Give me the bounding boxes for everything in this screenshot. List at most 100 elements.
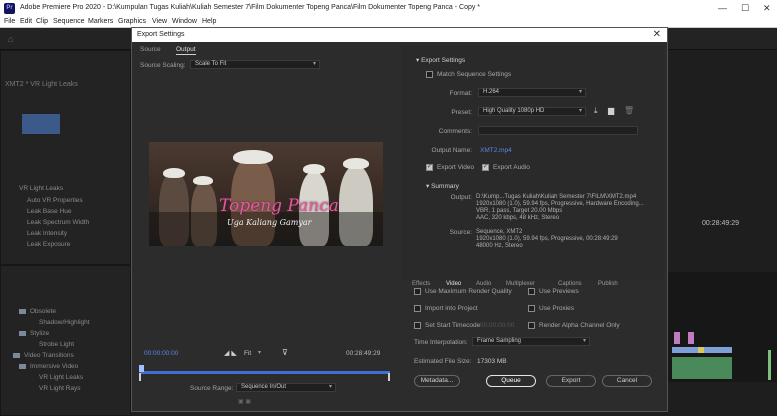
export-settings-panel: ▾ Export Settings Match Sequence Setting… [402,46,664,281]
tree-vr-light-leaks[interactable]: VR Light Leaks [39,374,83,381]
tab-audio[interactable]: Audio [476,281,491,287]
preview-end-timecode: 00:28:49:29 [346,350,381,357]
use-previews-checkbox[interactable] [528,288,535,295]
tree-shadow-highlight[interactable]: Shadow/Highlight [39,319,90,326]
summary-output-line-1: D:\Kump...Tugas Kuliah\Kuliah Semester 7… [476,194,637,200]
preset-select[interactable]: High Quality 1080p HD [478,107,586,116]
file-size-label: Estimated File Size: [414,358,472,365]
comments-input[interactable] [478,126,638,135]
filter-icon[interactable]: ⊽ [282,348,288,357]
window-title-bar: Pr Adobe Premiere Pro 2020 - D:\Kumpulan… [0,0,777,17]
source-range-label: Source Range: [190,385,234,392]
film-title-overlay: Topeng Panca [219,196,339,216]
crop-controls-icon[interactable]: ▣ ▣ [238,398,251,405]
dialog-title-bar: Export Settings ✕ [132,28,667,42]
home-icon[interactable]: ⌂ [8,34,13,44]
export-audio-checkbox[interactable] [482,163,489,171]
close-window-button[interactable]: ✕ [763,3,771,14]
queue-button[interactable]: Queue [486,375,536,387]
summary-output-line-4: AAC, 320 kbps, 48 kHz, Stereo [476,215,560,221]
match-sequence-checkbox[interactable] [426,71,433,78]
summary-header[interactable]: ▾ Summary [426,182,459,190]
start-timecode-value[interactable]: 00:00:00:00 [480,322,514,329]
export-audio-label: Export Audio [493,164,530,171]
save-preset-icon[interactable]: ⤓ [594,106,598,116]
export-video-checkbox[interactable] [426,163,433,171]
tree-immersive-video[interactable]: Immersive Video [19,363,78,370]
summary-output-line-3: VBR, 1 pass, Target 20.00 Mbps [476,208,563,214]
set-start-timecode-checkbox[interactable] [414,322,421,329]
effects-browser-panel: Obsolete Shadow/Highlight Stylize Strobe… [0,265,131,416]
summary-output-line-2: 1920x1080 (1.0), 59.94 fps, Progressive,… [476,201,644,207]
delete-preset-icon[interactable]: 🗑 [624,106,634,115]
export-settings-dialog: Export Settings ✕ Source Output Source S… [131,27,668,412]
minimize-button[interactable]: — [718,3,727,13]
comments-label: Comments: [438,128,472,135]
cancel-button[interactable]: Cancel [602,375,652,387]
fit-dropdown-icon[interactable]: ▾ [258,349,261,356]
tree-obsolete[interactable]: Obsolete [19,308,56,315]
source-scaling-select[interactable]: Scale To Fit [190,60,320,69]
format-select[interactable]: H.264 [478,88,586,97]
playhead-handle[interactable] [139,365,144,372]
source-range-select[interactable]: Sequence In/Out [236,383,336,392]
premiere-app-icon: Pr [4,3,15,14]
time-interpolation-label: Time Interpolation: [414,339,468,346]
maximize-button[interactable]: ☐ [741,3,749,14]
effect-controls-panel: XMT2 * VR Light Leaks VR Light Leaks Aut… [0,50,131,265]
metadata-button[interactable]: Metadata... [414,375,460,387]
set-start-timecode-label: Set Start Timecode [425,322,481,329]
film-subtitle-overlay: Uga Kaliang Gamyar [227,218,312,227]
use-proxies-label: Use Proxies [539,305,575,312]
timeline-tracks [668,272,777,382]
preview-start-timecode[interactable]: 00:00:00:00 [144,350,178,357]
set-in-out-icon[interactable]: ◢ ◣ [224,349,237,357]
effect-leak-spectrum: Leak Spectrum Width [27,219,90,226]
effect-leak-exposure: Leak Exposure [27,241,71,248]
output-name-link[interactable]: XMT2.mp4 [480,147,512,154]
format-label: Format: [449,90,472,97]
tab-publish[interactable]: Publish [598,281,618,287]
tab-multiplexer[interactable]: Multiplexer [506,281,535,287]
source-scaling-label: Source Scaling: [140,62,186,69]
tree-stylize[interactable]: Stylize [19,330,49,337]
tab-source[interactable]: Source [140,46,161,53]
tab-output[interactable]: Output [176,46,196,55]
max-render-label: Use Maximum Render Quality [425,288,512,295]
export-video-label: Export Video [437,164,475,171]
out-point-marker[interactable] [388,373,390,381]
fit-select[interactable]: Fit [244,350,251,357]
in-point-marker[interactable] [139,373,141,381]
menu-window[interactable]: Window [172,18,197,25]
tab-video[interactable]: Video [446,281,461,287]
menu-edit[interactable]: Edit [20,18,32,25]
export-button[interactable]: Export [546,375,596,387]
program-monitor-panel: 00:28:49:29 [668,50,777,416]
export-settings-header[interactable]: ▾ Export Settings [416,56,465,64]
import-project-checkbox[interactable] [414,305,421,312]
menu-markers[interactable]: Markers [88,18,113,25]
menu-file[interactable]: File [4,18,15,25]
source-range-bar[interactable] [140,371,390,374]
tab-captions[interactable]: Captions [558,281,582,287]
menu-clip[interactable]: Clip [36,18,48,25]
render-alpha-label: Render Alpha Channel Only [539,322,620,329]
max-render-checkbox[interactable] [414,288,421,295]
tab-effects[interactable]: Effects [412,281,430,287]
render-alpha-checkbox[interactable] [528,322,535,329]
time-interpolation-select[interactable]: Frame Sampling [472,337,590,346]
import-preset-icon[interactable]: ▆ [608,106,614,115]
menu-sequence[interactable]: Sequence [53,18,85,25]
tree-strobe-light[interactable]: Strobe Light [39,341,74,348]
menu-graphics[interactable]: Graphics [118,18,146,25]
output-preview: Topeng Panca Uga Kaliang Gamyar [149,142,383,246]
summary-source-line-2: 1920x1080 (1.0), 59.94 fps, Progressive,… [476,236,618,242]
tree-vr-light-rays[interactable]: VR Light Rays [39,385,81,392]
use-previews-label: Use Previews [539,288,579,295]
menu-view[interactable]: View [152,18,167,25]
use-proxies-checkbox[interactable] [528,305,535,312]
dialog-close-icon[interactable]: ✕ [653,29,661,40]
tree-video-transitions[interactable]: Video Transitions [13,352,74,359]
menu-help[interactable]: Help [202,18,216,25]
dialog-title: Export Settings [137,31,185,38]
